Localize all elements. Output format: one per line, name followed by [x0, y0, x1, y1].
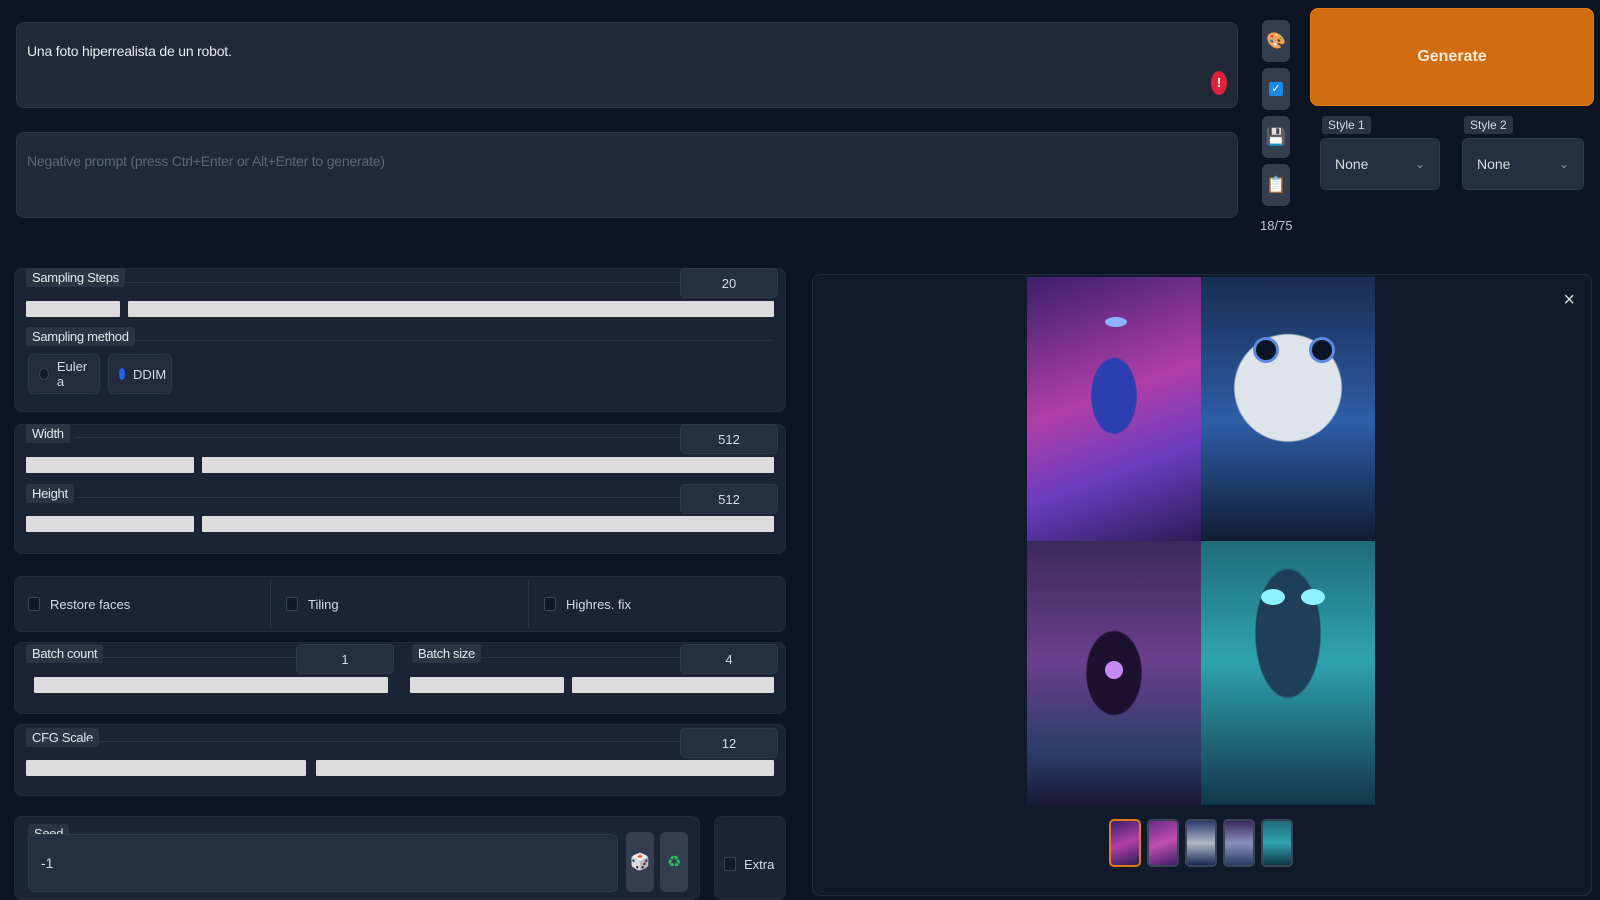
paste-button[interactable]: 📋 — [1262, 164, 1290, 206]
restore-faces-checkbox[interactable]: Restore faces — [14, 578, 270, 630]
style-2-label: Style 2 — [1464, 116, 1513, 134]
thumbnail-strip — [1109, 819, 1293, 867]
token-counter: 18/75 — [1260, 218, 1293, 233]
thumbnail[interactable] — [1147, 819, 1179, 867]
generated-image[interactable] — [1027, 277, 1201, 541]
negative-prompt-placeholder: Negative prompt (press Ctrl+Enter or Alt… — [27, 153, 385, 169]
sampler-ddim[interactable]: DDIM — [108, 354, 172, 394]
tiling-checkbox[interactable]: Tiling — [272, 578, 528, 630]
image-grid[interactable] — [1027, 277, 1375, 805]
output-gallery: × — [812, 274, 1592, 896]
extra-checkbox[interactable]: Extra — [714, 838, 786, 890]
prompt-input[interactable]: Una foto hiperrealista de un robot. ! — [16, 22, 1238, 108]
thumbnail[interactable] — [1223, 819, 1255, 867]
cfg-scale-label: CFG Scale — [26, 728, 99, 747]
option-label: Tiling — [308, 596, 339, 612]
cfg-scale-slider-track[interactable] — [316, 760, 774, 776]
extra-label: Extra — [744, 856, 775, 872]
dimensions-panel — [14, 424, 786, 554]
batch-count-input[interactable]: 1 — [296, 644, 394, 674]
batch-size-slider-track[interactable] — [572, 677, 774, 693]
sampler-label: Euler a — [56, 359, 88, 389]
seed-value: -1 — [41, 855, 54, 871]
radio-unchecked-icon — [39, 368, 49, 380]
option-label: Highres. fix — [566, 596, 632, 612]
recycle-icon: ♻ — [666, 854, 682, 871]
batch-count-slider[interactable] — [34, 677, 388, 693]
sampling-steps-input[interactable]: 20 — [680, 268, 778, 298]
divider — [76, 497, 680, 498]
height-slider-fill[interactable] — [26, 516, 194, 532]
random-seed-button[interactable]: 🎲 — [626, 832, 654, 892]
checkbox-icon — [724, 857, 736, 871]
height-slider-track[interactable] — [202, 516, 774, 532]
divider — [102, 657, 296, 658]
dice-icon: 🎲 — [630, 854, 650, 871]
sampling-steps-label: Sampling Steps — [26, 268, 125, 287]
highres-fix-checkbox[interactable]: Highres. fix — [530, 578, 786, 630]
checkbox-icon — [544, 597, 556, 611]
batch-size-slider-fill[interactable] — [410, 677, 564, 693]
generated-image[interactable] — [1201, 277, 1375, 541]
width-input[interactable]: 512 — [680, 424, 778, 454]
cfg-scale-input[interactable]: 12 — [680, 728, 778, 758]
cfg-scale-slider-fill[interactable] — [26, 760, 306, 776]
batch-size-label: Batch size — [412, 644, 481, 663]
style-1-value: None — [1335, 156, 1369, 172]
style-1-select[interactable]: None ⌄ — [1320, 138, 1440, 190]
checkbox-icon — [28, 597, 40, 611]
batch-size-input[interactable]: 4 — [680, 644, 778, 674]
divider — [114, 282, 680, 283]
sampling-steps-slider-track[interactable] — [128, 301, 774, 317]
style-1-label: Style 1 — [1322, 116, 1371, 134]
checkbox-icon — [286, 597, 298, 611]
divider — [478, 657, 680, 658]
generate-button[interactable]: Generate — [1310, 8, 1594, 106]
divider — [88, 741, 680, 742]
clipboard-icon: 📋 — [1266, 177, 1286, 194]
seed-input[interactable]: -1 — [28, 834, 618, 892]
radio-checked-icon — [119, 368, 125, 380]
divider — [74, 437, 680, 438]
thumbnail[interactable] — [1109, 819, 1141, 867]
height-label: Height — [26, 484, 74, 503]
style-2-value: None — [1477, 156, 1511, 172]
sampler-euler-a[interactable]: Euler a — [28, 354, 100, 394]
width-slider-track[interactable] — [202, 457, 774, 473]
floppy-disk-icon: 💾 — [1266, 129, 1286, 146]
paint-palette-button[interactable]: 🎨 — [1262, 20, 1290, 62]
width-slider-fill[interactable] — [26, 457, 194, 473]
divider — [132, 340, 772, 341]
apply-style-button[interactable]: ✓ — [1262, 68, 1290, 110]
reuse-seed-button[interactable]: ♻ — [660, 832, 688, 892]
sampling-steps-slider-fill[interactable] — [26, 301, 120, 317]
batch-count-label: Batch count — [26, 644, 104, 663]
generated-image[interactable] — [1201, 541, 1375, 805]
thumbnail[interactable] — [1261, 819, 1293, 867]
sampler-label: DDIM — [133, 366, 167, 382]
thumbnail[interactable] — [1185, 819, 1217, 867]
prompt-text: Una foto hiperrealista de un robot. — [27, 43, 232, 59]
chevron-down-icon: ⌄ — [1414, 157, 1425, 171]
width-label: Width — [26, 424, 70, 443]
save-style-button[interactable]: 💾 — [1262, 116, 1290, 158]
option-label: Restore faces — [50, 596, 131, 612]
warning-icon[interactable]: ! — [1211, 71, 1227, 95]
divider — [528, 580, 529, 628]
paint-palette-icon: 🎨 — [1266, 33, 1286, 50]
checkbox-icon: ✓ — [1269, 82, 1283, 96]
negative-prompt-input[interactable]: Negative prompt (press Ctrl+Enter or Alt… — [16, 132, 1238, 218]
generated-image[interactable] — [1027, 541, 1201, 805]
divider — [270, 580, 271, 628]
sampling-method-label: Sampling method — [26, 327, 135, 346]
height-input[interactable]: 512 — [680, 484, 778, 514]
style-2-select[interactable]: None ⌄ — [1462, 138, 1584, 190]
close-icon[interactable]: × — [1563, 289, 1575, 312]
chevron-down-icon: ⌄ — [1558, 157, 1569, 171]
